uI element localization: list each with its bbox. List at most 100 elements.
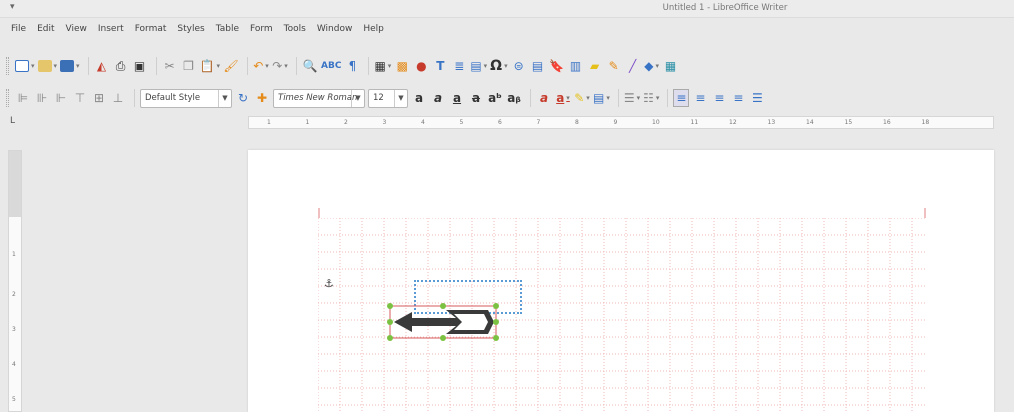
menu-table[interactable]: Table (216, 24, 239, 34)
toolbar-separator (617, 89, 619, 107)
font-color-icon[interactable]: a ▾ (555, 89, 571, 107)
paste-icon[interactable]: 📋 ▾ (200, 57, 220, 75)
align-bottom-object-icon[interactable]: ⊥ (110, 89, 126, 107)
align-middle-object-icon[interactable]: ⊞ (91, 89, 107, 107)
toolbar-separator (87, 57, 89, 75)
font-bold-icon[interactable]: a (411, 89, 427, 107)
numbering-icon[interactable]: ☷ ▾ (643, 89, 659, 107)
horizontal-ruler[interactable]: 1 1 2 3 4 5 6 7 8 9 10 11 12 13 14 15 16 18 (248, 116, 994, 129)
insert-textbox-icon[interactable]: T (432, 57, 448, 75)
cut-icon[interactable]: ✂ (162, 57, 178, 75)
line-icon[interactable]: ╱ (625, 57, 641, 75)
selection-handle[interactable] (387, 319, 393, 325)
menu-insert[interactable]: Insert (98, 24, 124, 34)
ruler-number: 6 (498, 119, 502, 126)
superscript-icon[interactable]: aᵇ (487, 89, 503, 107)
footnote-icon[interactable]: ▤ (530, 57, 546, 75)
copy-icon[interactable]: ❐ (181, 57, 197, 75)
insert-table-icon[interactable]: ▦ ▾ (374, 57, 391, 75)
selection-handle[interactable] (440, 303, 446, 309)
cross-reference-icon[interactable]: ▥ (568, 57, 584, 75)
show-draw-functions-icon[interactable]: ▦ (663, 57, 679, 75)
formatting-marks-icon[interactable]: ¶ (344, 57, 360, 75)
toolbar-separator (667, 89, 669, 107)
selection-handle[interactable] (493, 303, 499, 309)
menu-window[interactable]: Window (317, 24, 353, 34)
chevron-down-icon[interactable]: ▼ (394, 89, 407, 107)
selection-handle[interactable] (387, 335, 393, 341)
paragraph-background-icon[interactable]: ▤ ▾ (593, 89, 610, 107)
chevron-down-icon[interactable]: ▼ (218, 89, 231, 107)
redo-icon[interactable]: ↷ ▾ (272, 57, 288, 75)
ruler-number: 18 (921, 119, 930, 126)
export-pdf-icon[interactable]: ◭ (94, 57, 110, 75)
ruler-tab-type-icon[interactable]: L (10, 116, 22, 128)
selection-handle[interactable] (440, 335, 446, 341)
highlight-color-icon[interactable]: ✎ ▾ (574, 89, 590, 107)
update-style-icon[interactable]: ↻ (235, 89, 251, 107)
align-right-icon[interactable]: ≡ (711, 89, 727, 107)
find-replace-icon[interactable]: 🔍 (302, 57, 318, 75)
font-name-box[interactable]: ▼ (273, 88, 365, 108)
font-strikethrough-icon[interactable]: a (468, 89, 484, 107)
insert-page-break-icon[interactable]: ≣ (451, 57, 467, 75)
selection-handle[interactable] (387, 303, 393, 309)
bookmark-icon[interactable]: 🔖 (549, 57, 565, 75)
align-left-object-icon[interactable]: ⊫ (15, 89, 31, 107)
menu-edit[interactable]: Edit (37, 24, 54, 34)
save-icon[interactable]: ▾ (60, 57, 80, 75)
special-character-icon[interactable]: Ω ▾ (490, 57, 507, 75)
menu-format[interactable]: Format (135, 24, 167, 34)
line-spacing-icon[interactable]: ☰ (749, 89, 765, 107)
selection-handle[interactable] (493, 335, 499, 341)
undo-icon[interactable]: ↶ ▾ (253, 57, 269, 75)
clear-formatting-icon[interactable]: a (536, 89, 552, 107)
open-icon[interactable]: ▾ (37, 57, 57, 75)
paragraph-style-box[interactable]: ▼ (140, 88, 232, 108)
new-style-icon[interactable]: ✚ (254, 89, 270, 107)
anchor-icon[interactable]: ⚓ (324, 277, 334, 290)
align-left-icon[interactable]: ≡ (673, 89, 690, 107)
basic-shapes-icon[interactable]: ◆ ▾ (644, 57, 660, 75)
ruler-number: 4 (421, 119, 425, 126)
insert-field-icon[interactable]: ▤ ▾ (470, 57, 487, 75)
track-changes-icon[interactable]: ✎ (606, 57, 622, 75)
ruler-number: 15 (844, 119, 853, 126)
chevron-down-icon[interactable]: ▼ (351, 89, 364, 107)
toolbar-grip[interactable] (6, 57, 9, 75)
spelling-icon[interactable]: ABC (321, 57, 341, 75)
new-document-icon[interactable]: ▾ (15, 57, 35, 75)
menu-view[interactable]: View (66, 24, 87, 34)
vertical-ruler[interactable]: 1 2 3 4 5 (8, 150, 22, 412)
subscript-icon[interactable]: aᵦ (506, 89, 522, 107)
hyperlink-icon[interactable]: ⊜ (511, 57, 527, 75)
align-top-object-icon[interactable]: ⊤ (72, 89, 88, 107)
toolbar-separator (296, 57, 298, 75)
menu-form[interactable]: Form (250, 24, 273, 34)
ruler-margin-shade (9, 151, 21, 217)
menu-file[interactable]: File (11, 24, 26, 34)
menu-help[interactable]: Help (363, 24, 384, 34)
document-page[interactable]: ⚓ (248, 150, 994, 412)
font-size-box[interactable]: ▼ (368, 88, 408, 108)
justify-icon[interactable]: ≡ (730, 89, 746, 107)
comment-icon[interactable]: ▰ (587, 57, 603, 75)
font-italic-icon[interactable]: a (430, 89, 446, 107)
print-icon[interactable]: ⎙ (113, 57, 129, 75)
align-right-object-icon[interactable]: ⊩ (53, 89, 69, 107)
font-underline-icon[interactable]: a (449, 89, 465, 107)
clone-formatting-icon[interactable]: 🖌 (223, 57, 239, 75)
arrow-shape[interactable] (384, 300, 502, 344)
menu-styles[interactable]: Styles (177, 24, 204, 34)
print-preview-icon[interactable]: ▣ (132, 57, 148, 75)
insert-image-icon[interactable]: ▩ (394, 57, 410, 75)
menu-tools[interactable]: Tools (284, 24, 306, 34)
formatting-toolbar: ⊫ ⊪ ⊩ ⊤ ⊞ ⊥ ▼ ↻ ✚ ▼ ▼ a a a a aᵇ aᵦ a a▾… (0, 84, 1014, 112)
bullets-icon[interactable]: ☰ ▾ (624, 89, 640, 107)
align-center-icon[interactable]: ≡ (692, 89, 708, 107)
selection-handle[interactable] (493, 319, 499, 325)
toolbar-separator (247, 57, 249, 75)
toolbar-grip[interactable] (6, 89, 9, 107)
align-center-object-icon[interactable]: ⊪ (34, 89, 50, 107)
insert-chart-icon[interactable]: ● (413, 57, 429, 75)
